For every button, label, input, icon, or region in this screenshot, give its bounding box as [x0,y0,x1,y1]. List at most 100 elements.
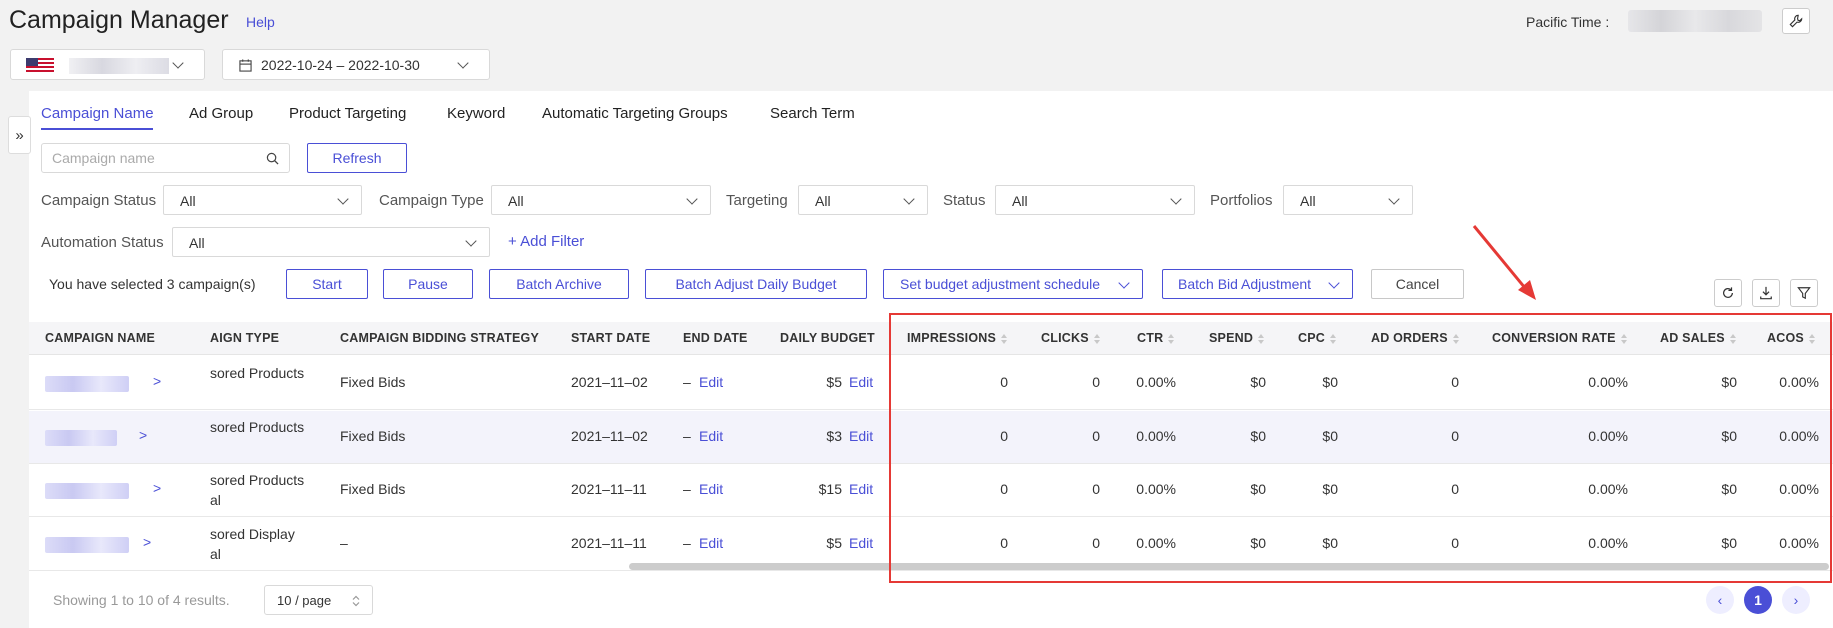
end-date-cell: – [683,481,691,497]
timezone-value-redacted [1628,10,1762,32]
end-date-edit-link[interactable]: Edit [699,374,723,390]
status-label: Status [943,192,986,209]
chevron-down-icon [172,57,184,69]
chevron-left-icon: ‹ [1717,592,1723,608]
automation-status-select[interactable]: All [172,227,490,257]
next-page-button[interactable]: › [1782,586,1810,614]
chevron-down-icon [465,235,477,247]
cancel-button[interactable]: Cancel [1371,269,1464,299]
portfolios-label: Portfolios [1210,192,1273,209]
plus-icon: + [508,233,521,250]
col-campaign-type[interactable]: AIGN TYPE [210,331,279,345]
bidding-strategy-cell: – [340,535,348,551]
double-chevron-right-icon: » [15,126,24,144]
batch-archive-button[interactable]: Batch Archive [489,269,629,299]
chevron-right-icon[interactable]: > [139,427,147,443]
end-date-edit-link[interactable]: Edit [699,535,723,551]
chevron-right-icon[interactable]: > [153,373,161,389]
chevron-down-icon [1170,193,1182,205]
daily-budget-edit-link[interactable]: Edit [849,481,873,497]
campaign-name-redacted[interactable] [45,537,129,553]
targeting-select[interactable]: All [798,185,928,215]
daily-budget-edit-link[interactable]: Edit [849,374,873,390]
col-daily-budget[interactable]: DAILY BUDGET [780,331,875,345]
col-campaign-name[interactable]: CAMPAIGN NAME [45,331,155,345]
col-bidding-strategy[interactable]: CAMPAIGN BIDDING STRATEGY [340,331,539,345]
col-end-date[interactable]: END DATE [683,331,748,345]
campaign-status-select[interactable]: All [163,185,362,215]
page-size-select[interactable]: 10 / page [264,585,373,615]
campaign-search-box [41,143,290,173]
campaign-name-redacted[interactable] [45,376,129,392]
active-tab-indicator [41,128,153,130]
chevron-down-icon [1118,277,1130,289]
start-button[interactable]: Start [286,269,368,299]
tab-search-term[interactable]: Search Term [770,105,855,122]
end-date-edit-link[interactable]: Edit [699,428,723,444]
chevron-down-icon [457,57,469,69]
targeting-label: Targeting [726,192,788,209]
set-budget-schedule-dropdown[interactable]: Set budget adjustment schedule [883,269,1143,299]
start-date-cell: 2021–11–02 [571,374,648,390]
pause-button[interactable]: Pause [383,269,473,299]
tab-keyword[interactable]: Keyword [447,105,505,122]
end-date-edit-link[interactable]: Edit [699,481,723,497]
expand-sidebar-button[interactable]: » [8,116,31,154]
refresh-button[interactable]: Refresh [307,143,407,173]
campaign-name-redacted[interactable] [45,430,117,446]
status-select[interactable]: All [995,185,1195,215]
campaign-type-cell-line2: al [210,492,221,508]
date-range-value: 2022-10-24 – 2022-10-30 [261,57,420,73]
tab-automatic-targeting-groups[interactable]: Automatic Targeting Groups [542,105,728,122]
tab-ad-group[interactable]: Ad Group [189,105,253,122]
funnel-icon [1797,287,1811,300]
daily-budget-edit-link[interactable]: Edit [849,535,873,551]
tab-campaign-name[interactable]: Campaign Name [41,105,154,122]
bidding-strategy-cell: Fixed Bids [340,374,406,390]
add-filter-button[interactable]: + Add Filter [508,233,584,250]
download-button[interactable] [1752,279,1780,307]
column-filter-button[interactable] [1790,279,1818,307]
refresh-icon [1723,287,1733,298]
batch-adjust-daily-budget-button[interactable]: Batch Adjust Daily Budget [645,269,867,299]
daily-budget-cell: $3 [826,428,842,444]
store-name-redacted [69,58,169,74]
wrench-icon [1789,14,1803,28]
automation-status-label: Automation Status [41,234,164,251]
portfolios-select[interactable]: All [1283,185,1413,215]
up-down-arrows-icon [352,595,360,607]
annotation-arrow-icon [1472,225,1536,300]
calendar-icon [239,59,252,72]
campaign-name-redacted[interactable] [45,483,129,499]
campaign-search-input[interactable] [52,150,252,166]
campaign-type-select[interactable]: All [491,185,711,215]
automation-status-value: All [189,235,205,251]
reload-table-button[interactable] [1714,279,1742,307]
chevron-right-icon[interactable]: > [143,534,151,550]
us-flag-icon [26,58,54,73]
daily-budget-edit-link[interactable]: Edit [849,428,873,444]
chevron-down-icon [686,193,698,205]
date-range-picker[interactable]: 2022-10-24 – 2022-10-30 [222,49,490,80]
page-title: Campaign Manager [9,6,229,34]
tab-product-targeting[interactable]: Product Targeting [289,105,406,122]
chevron-down-icon [903,193,915,205]
targeting-value: All [815,193,831,209]
prev-page-button[interactable]: ‹ [1706,586,1734,614]
chevron-right-icon[interactable]: > [153,480,161,496]
chevron-down-icon [1388,193,1400,205]
help-link[interactable]: Help [246,14,275,30]
page-1-button[interactable]: 1 [1744,586,1772,614]
batch-bid-adjustment-dropdown[interactable]: Batch Bid Adjustment [1162,269,1353,299]
col-start-date[interactable]: START DATE [571,331,650,345]
search-icon[interactable] [266,152,279,165]
results-summary: Showing 1 to 10 of 4 results. [53,592,230,608]
marketplace-select[interactable] [10,49,205,80]
campaign-status-label: Campaign Status [41,192,157,209]
end-date-cell: – [683,374,691,390]
campaign-type-cell: sored Products [210,472,305,488]
start-date-cell: 2021–11–11 [571,481,647,497]
settings-wrench-button[interactable] [1782,8,1810,34]
daily-budget-cell: $15 [818,481,842,497]
end-date-cell: – [683,535,691,551]
